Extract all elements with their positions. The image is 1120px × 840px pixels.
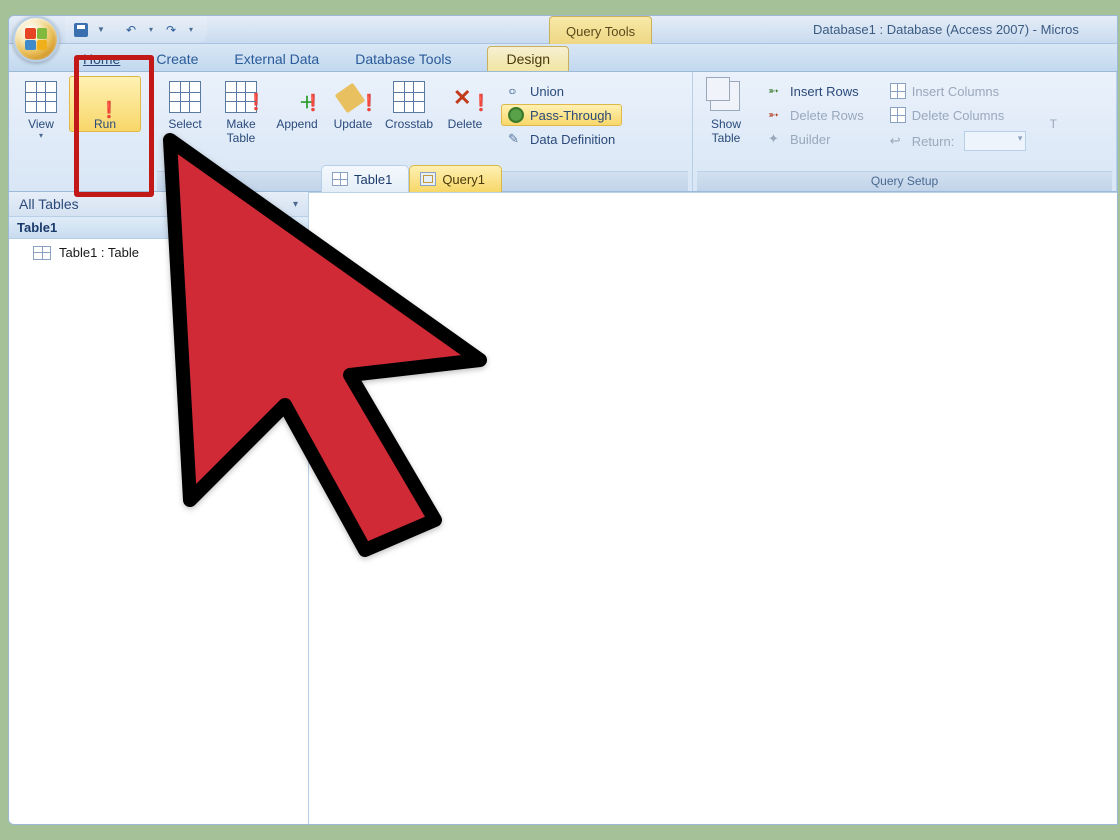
redo-icon[interactable]: ↷: [163, 22, 179, 38]
delete-rows-label: Delete Rows: [790, 108, 864, 123]
insert-rows-icon: [768, 83, 784, 99]
union-icon: [508, 83, 524, 99]
delete-button[interactable]: ✕ Delete: [437, 76, 493, 132]
query-type-extra: Union Pass-Through Data Definition: [493, 76, 630, 154]
view-button[interactable]: View ▾: [13, 76, 69, 141]
globe-icon: [508, 107, 524, 123]
rows-column: Insert Rows Delete Rows Builder: [755, 76, 877, 154]
pass-through-label: Pass-Through: [530, 108, 612, 123]
delete-rows-button[interactable]: Delete Rows: [761, 104, 871, 126]
insert-rows-button[interactable]: Insert Rows: [761, 80, 871, 102]
delete-rows-icon: [768, 107, 784, 123]
crosstab-icon: [393, 81, 425, 113]
return-label: Return:: [912, 134, 955, 149]
group-label-query-setup: Query Setup: [697, 171, 1112, 191]
view-label: View: [28, 117, 54, 131]
return-button[interactable]: Return:: [883, 128, 1034, 154]
update-label: Update: [334, 117, 373, 131]
crosstab-label: Crosstab: [385, 117, 433, 131]
show-table-icon: [710, 81, 742, 113]
data-definition-button[interactable]: Data Definition: [501, 128, 622, 150]
nav-header-label: All Tables: [19, 196, 79, 212]
truncated-label: T: [1050, 117, 1057, 131]
update-icon: [337, 81, 369, 113]
return-icon: [890, 133, 906, 149]
select-button[interactable]: Select: [157, 76, 213, 132]
office-button[interactable]: [13, 16, 59, 62]
truncated-icon: [1037, 81, 1069, 113]
builder-button[interactable]: Builder: [761, 128, 871, 150]
insert-columns-icon: [890, 83, 906, 99]
update-button[interactable]: Update: [325, 76, 381, 132]
quick-access-toolbar: ▼ ↶ ▾ ↷ ▾: [65, 16, 207, 43]
tab-external-data[interactable]: External Data: [216, 47, 337, 71]
cols-column: Insert Columns Delete Columns Return:: [877, 76, 1040, 158]
window-title: Database1 : Database (Access 2007) - Mic…: [563, 22, 1109, 37]
tab-database-tools[interactable]: Database Tools: [337, 47, 469, 71]
delete-icon: ✕: [449, 81, 481, 113]
builder-icon: [768, 131, 784, 147]
insert-rows-label: Insert Rows: [790, 84, 859, 99]
show-table-label: Show Table: [711, 117, 741, 145]
truncated-button[interactable]: T: [1039, 76, 1067, 132]
delete-columns-button[interactable]: Delete Columns: [883, 104, 1034, 126]
annotation-cursor-icon: [150, 130, 510, 560]
make-table-icon: [225, 81, 257, 113]
redo-dropdown-icon[interactable]: ▾: [183, 22, 199, 38]
select-label: Select: [168, 117, 201, 131]
datasheet-icon: [25, 81, 57, 113]
select-icon: [169, 81, 201, 113]
union-label: Union: [530, 84, 564, 99]
pass-through-button[interactable]: Pass-Through: [501, 104, 622, 126]
append-button[interactable]: ＋ Append: [269, 76, 325, 132]
tab-design[interactable]: Design: [487, 46, 569, 71]
append-label: Append: [276, 117, 317, 131]
ribbon-tabs: Home Create External Data Database Tools…: [9, 44, 1117, 72]
undo-icon[interactable]: ↶: [123, 22, 139, 38]
annotation-highlight-box: [74, 55, 154, 197]
table-icon: [33, 246, 51, 260]
return-combo[interactable]: [964, 131, 1026, 151]
delete-columns-label: Delete Columns: [912, 108, 1005, 123]
crosstab-button[interactable]: Crosstab: [381, 76, 437, 132]
show-table-button[interactable]: Show Table: [697, 76, 755, 146]
pencil-icon: [508, 131, 524, 147]
builder-label: Builder: [790, 132, 830, 147]
data-definition-label: Data Definition: [530, 132, 615, 147]
insert-columns-label: Insert Columns: [912, 84, 999, 99]
undo-dropdown-icon[interactable]: ▾: [143, 22, 159, 38]
save-icon[interactable]: [73, 22, 89, 38]
append-icon: ＋: [281, 81, 313, 113]
qat-dropdown-icon[interactable]: ▼: [93, 22, 109, 38]
union-button[interactable]: Union: [501, 80, 622, 102]
chevron-down-icon: ▾: [39, 131, 43, 140]
nav-item-label: Table1 : Table: [59, 245, 139, 260]
office-logo-icon: [25, 28, 47, 50]
insert-columns-button[interactable]: Insert Columns: [883, 80, 1034, 102]
ribbon-group-query-setup: Show Table Insert Rows Delete Rows Build…: [693, 72, 1117, 191]
title-bar: ▼ ↶ ▾ ↷ ▾ Query Tools Database1 : Databa…: [9, 16, 1117, 44]
delete-columns-icon: [890, 107, 906, 123]
delete-label: Delete: [448, 117, 483, 131]
